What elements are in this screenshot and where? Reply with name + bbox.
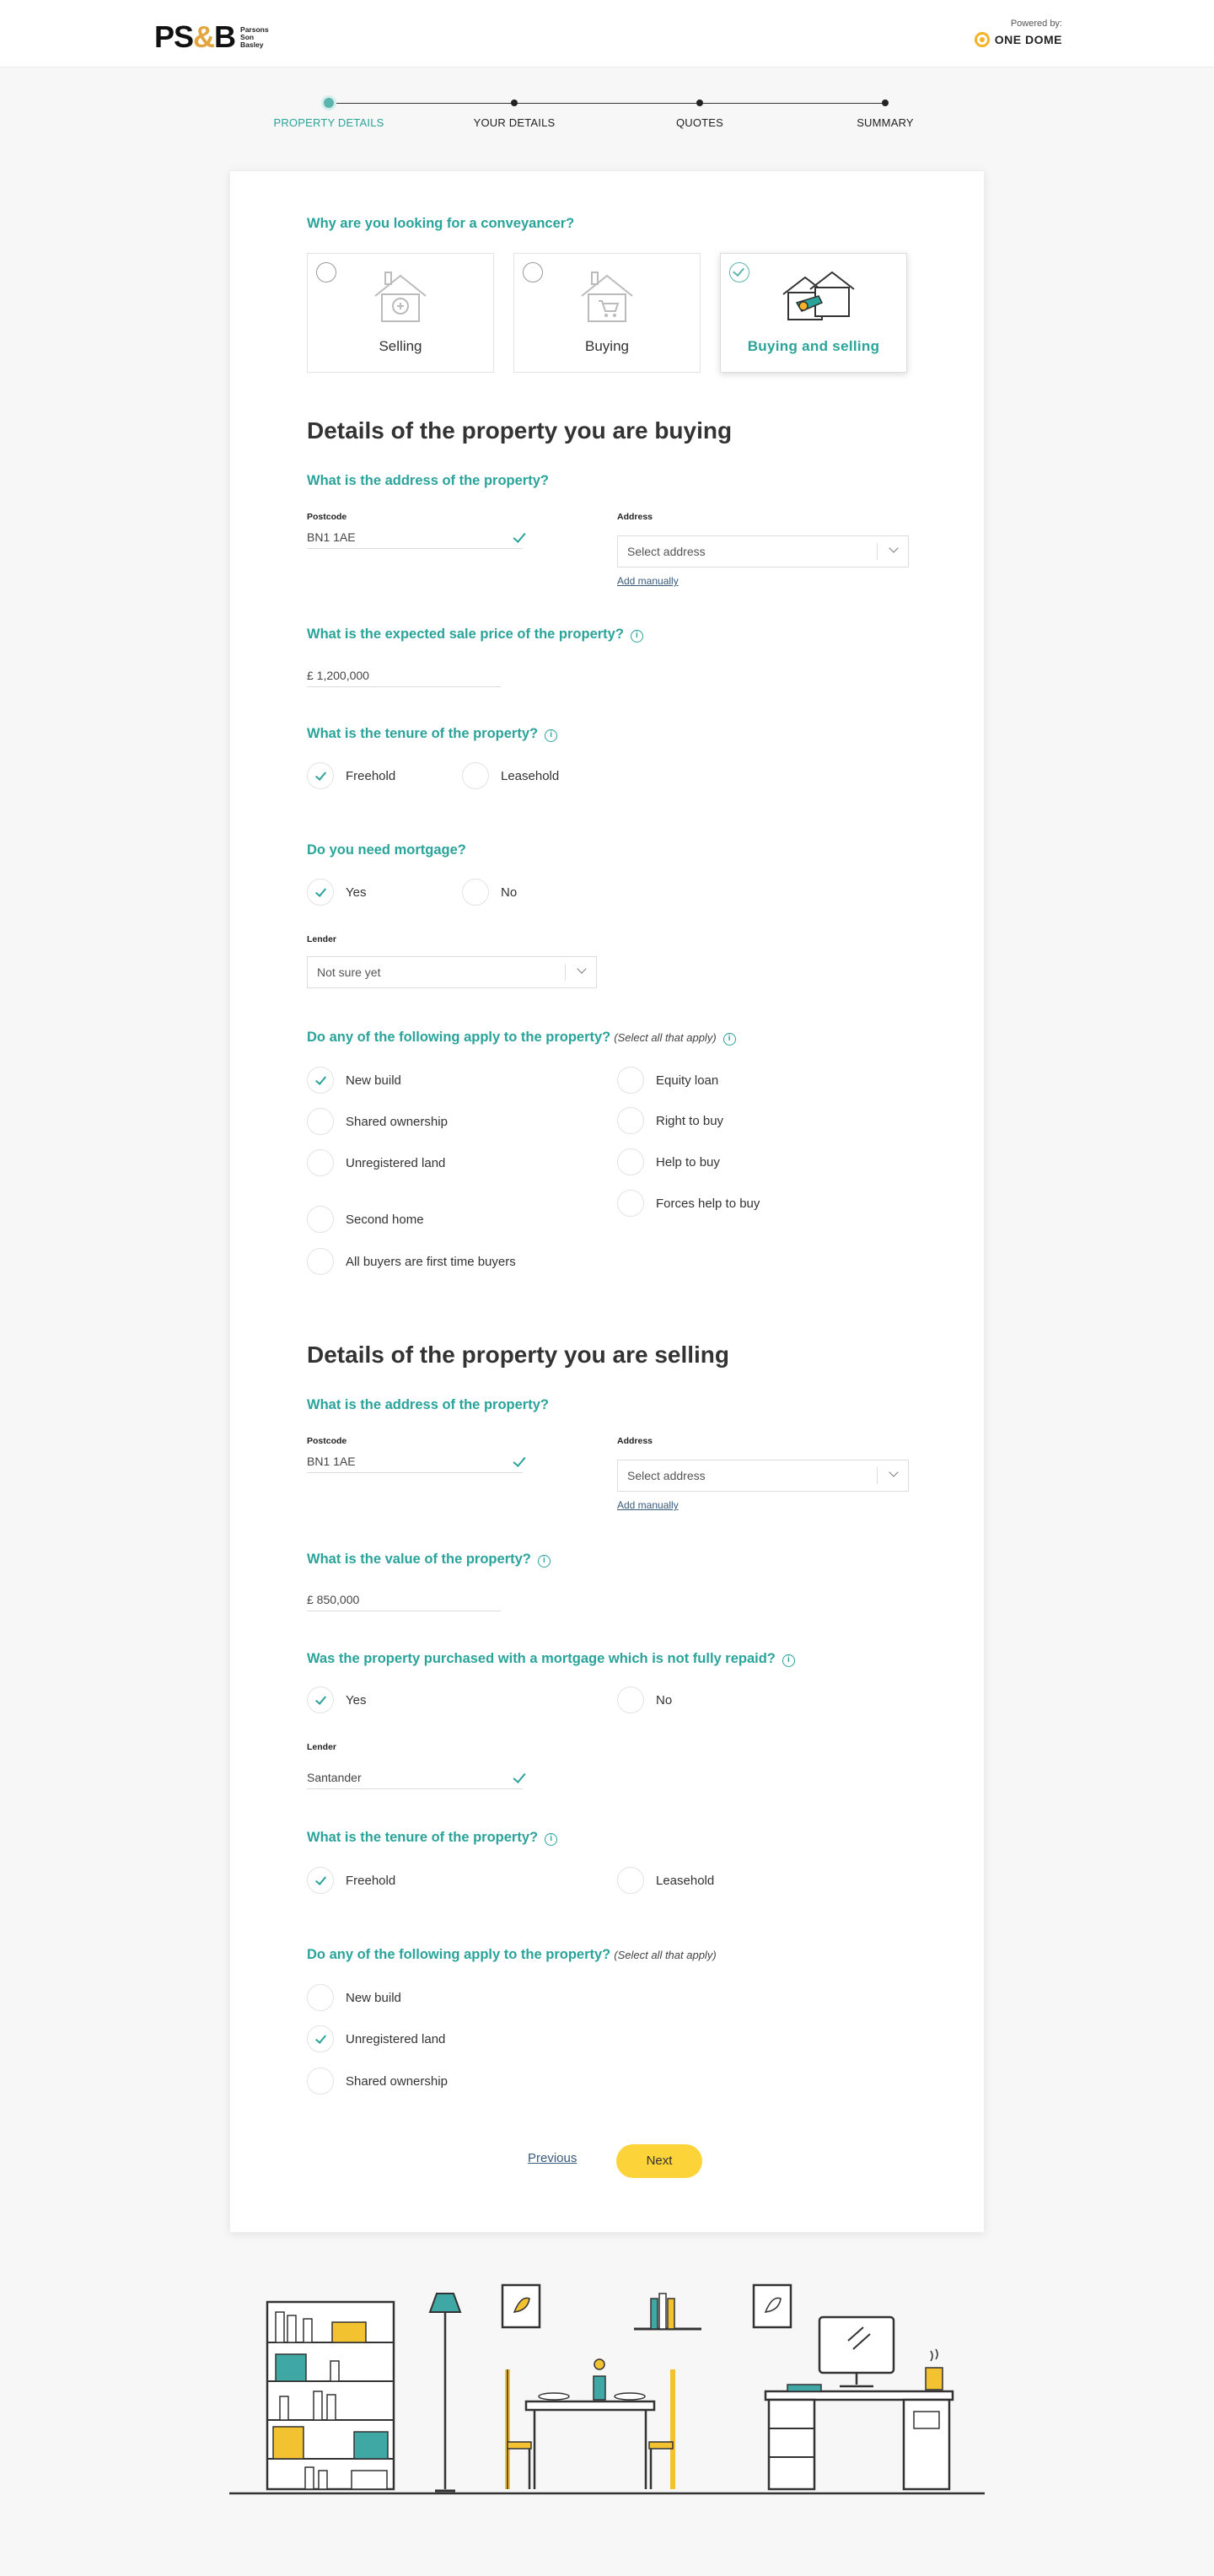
info-icon[interactable]: i	[545, 1833, 558, 1846]
chevron-down-icon	[889, 1467, 899, 1477]
selling-postcode-input[interactable]: BN1 1AE	[307, 1449, 526, 1473]
powered-by-label: Powered by:	[1010, 19, 1062, 29]
buying-mortgage-no[interactable]: No	[462, 879, 517, 906]
buying-apply-second-home[interactable]: Second home	[307, 1206, 424, 1233]
info-icon[interactable]: i	[545, 729, 558, 742]
check-icon	[314, 885, 327, 897]
chevron-down-icon	[577, 964, 587, 974]
info-icon[interactable]: i	[630, 630, 643, 643]
selling-apply-new-build[interactable]: New build	[307, 1984, 401, 2011]
desk-illustration	[764, 2315, 954, 2491]
progress-stepper: PROPERTY DETAILS YOUR DETAILS QUOTES SUM…	[273, 95, 914, 137]
buying-tenure-leasehold[interactable]: Leasehold	[462, 762, 559, 789]
houses-buying-selling-icon	[782, 271, 855, 320]
buying-apply-unregistered-land[interactable]: Unregistered land	[307, 1149, 445, 1176]
selling-address-question: What is the address of the property?	[307, 1397, 549, 1412]
selling-apply-unregistered-land[interactable]: Unregistered land	[307, 2025, 445, 2052]
psb-logo[interactable]: PS&B Parsons Son Basley	[154, 22, 274, 52]
buying-apply-first-time-buyers[interactable]: All buyers are first time buyers	[307, 1248, 516, 1275]
dining-table-illustration	[505, 2358, 675, 2489]
buying-tenure-freehold[interactable]: Freehold	[307, 762, 395, 789]
selling-tenure-question: What is the tenure of the property? i	[307, 1830, 558, 1846]
buying-postcode-label: Postcode	[307, 512, 347, 522]
buying-apply-equity-loan[interactable]: Equity loan	[617, 1067, 718, 1094]
step-your-details[interactable]: YOUR DETAILS	[455, 95, 573, 129]
buying-address-label: Address	[617, 512, 653, 522]
selling-mortgage-yes[interactable]: Yes	[307, 1686, 366, 1713]
selling-mortgage-no[interactable]: No	[617, 1686, 672, 1713]
buying-section-title: Details of the property you are buying	[307, 417, 733, 444]
header: PS&B Parsons Son Basley Powered by: ONE …	[0, 0, 1214, 67]
buying-tenure-question: What is the tenure of the property? i	[307, 726, 558, 742]
selling-tenure-leasehold[interactable]: Leasehold	[617, 1867, 714, 1894]
chevron-down-icon	[889, 543, 899, 553]
next-button[interactable]: Next	[616, 2144, 702, 2178]
option-selling-radio[interactable]	[316, 262, 336, 282]
buying-address-select[interactable]: Select address	[617, 535, 909, 567]
option-buying[interactable]: Buying	[513, 253, 701, 373]
option-buying-and-selling-radio[interactable]	[729, 262, 749, 282]
onedome-logo: ONE DOME	[974, 32, 1062, 47]
option-selling[interactable]: Selling	[307, 253, 494, 373]
check-icon	[314, 1073, 327, 1085]
selling-lender-label: Lender	[307, 1742, 337, 1752]
onedome-icon	[974, 32, 990, 47]
info-icon[interactable]: i	[782, 1654, 795, 1667]
room-illustration	[229, 2283, 985, 2495]
buying-apply-new-build[interactable]: New build	[307, 1067, 401, 1094]
floor-lamp-illustration	[428, 2293, 462, 2493]
buying-apply-right-to-buy[interactable]: Right to buy	[617, 1107, 723, 1134]
info-icon[interactable]: i	[722, 1033, 736, 1046]
buying-apply-forces-help-to-buy[interactable]: Forces help to buy	[617, 1190, 760, 1217]
buying-apply-help-to-buy[interactable]: Help to buy	[617, 1148, 720, 1175]
buying-add-manually-link[interactable]: Add manually	[617, 575, 679, 587]
buying-postcode-input[interactable]: BN1 1AE	[307, 525, 526, 549]
selling-add-manually-link[interactable]: Add manually	[617, 1499, 679, 1511]
check-icon	[513, 1770, 526, 1783]
selling-section-title: Details of the property you are selling	[307, 1342, 730, 1368]
check-icon	[314, 1693, 327, 1705]
selling-address-select[interactable]: Select address	[617, 1460, 909, 1492]
step-property-details[interactable]: PROPERTY DETAILS	[270, 95, 388, 129]
check-icon	[314, 769, 327, 781]
reason-question: Why are you looking for a conveyancer?	[307, 216, 575, 231]
house-buying-icon	[581, 272, 633, 322]
check-icon	[314, 2032, 327, 2044]
check-icon	[513, 1454, 526, 1467]
option-buying-and-selling[interactable]: Buying and selling	[720, 253, 907, 373]
option-buying-radio[interactable]	[523, 262, 543, 282]
step-quotes[interactable]: QUOTES	[641, 95, 759, 129]
buying-mortgage-yes[interactable]: Yes	[307, 879, 366, 906]
buying-lender-select[interactable]: Not sure yet	[307, 956, 597, 988]
check-icon	[513, 530, 526, 543]
powered-by: Powered by: ONE DOME	[974, 19, 1062, 47]
selling-value-input[interactable]: £ 850,000	[307, 1588, 501, 1611]
selling-apply-question: Do any of the following apply to the pro…	[307, 1947, 717, 1962]
buying-price-question: What is the expected sale price of the p…	[307, 627, 643, 643]
house-selling-icon	[374, 272, 427, 322]
selling-apply-shared-ownership[interactable]: Shared ownership	[307, 2068, 448, 2095]
check-icon	[314, 1874, 327, 1885]
buying-apply-question: Do any of the following apply to the pro…	[307, 1030, 736, 1046]
step-summary[interactable]: SUMMARY	[826, 95, 944, 129]
buying-apply-shared-ownership[interactable]: Shared ownership	[307, 1108, 448, 1135]
bookshelf-illustration	[266, 2300, 395, 2491]
selling-mortgage-question: Was the property purchased with a mortga…	[307, 1651, 795, 1667]
buying-lender-label: Lender	[307, 934, 337, 944]
buying-address-question: What is the address of the property?	[307, 473, 549, 488]
info-icon[interactable]: i	[537, 1555, 551, 1568]
selling-tenure-freehold[interactable]: Freehold	[307, 1867, 395, 1894]
selling-lender-input[interactable]: Santander	[307, 1766, 526, 1789]
buying-mortgage-question: Do you need mortgage?	[307, 842, 466, 858]
selling-address-label: Address	[617, 1436, 653, 1446]
property-form-card: Why are you looking for a conveyancer? S…	[229, 170, 985, 2233]
selling-value-question: What is the value of the property? i	[307, 1552, 551, 1568]
previous-button[interactable]: Previous	[528, 2151, 577, 2165]
buying-price-input[interactable]: £ 1,200,000	[307, 664, 501, 687]
selling-postcode-label: Postcode	[307, 1436, 347, 1446]
